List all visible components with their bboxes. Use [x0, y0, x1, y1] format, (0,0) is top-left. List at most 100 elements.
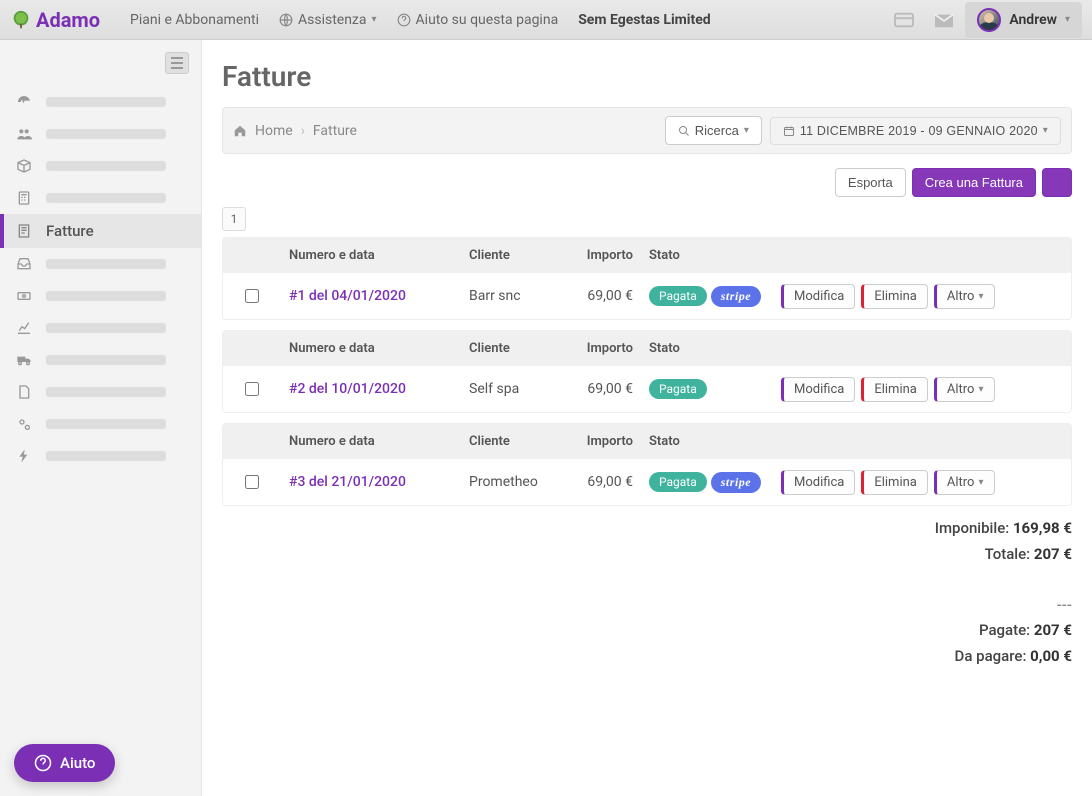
delete-button[interactable]: Elimina	[861, 377, 928, 402]
chevron-down-icon: ▾	[744, 125, 749, 136]
invoice-link[interactable]: #1 del 04/01/2020	[289, 288, 406, 304]
cash-icon	[16, 288, 32, 304]
globe-icon	[279, 13, 293, 27]
sidebar-item[interactable]	[0, 344, 201, 376]
col-num: Numero e data	[281, 238, 461, 273]
calc-icon	[16, 190, 32, 206]
delete-button[interactable]: Elimina	[861, 470, 928, 495]
toolbar: Home › Fatture Ricerca ▾ 11 DICEMBRE 201…	[222, 107, 1072, 154]
sidebar-item[interactable]	[0, 182, 201, 214]
search-button[interactable]: Ricerca ▾	[665, 116, 762, 145]
sidebar-item[interactable]	[0, 248, 201, 280]
breadcrumb-sep: ›	[301, 123, 305, 139]
sidebar-item[interactable]	[0, 280, 201, 312]
file-icon	[16, 384, 32, 400]
sidebar-item[interactable]	[0, 376, 201, 408]
sidebar-item-fatture[interactable]: Fatture	[0, 214, 201, 248]
sidebar-toggle[interactable]	[165, 52, 189, 74]
other-button[interactable]: Altro ▾	[934, 284, 995, 309]
edit-button[interactable]: Modifica	[781, 377, 855, 402]
breadcrumb: Home › Fatture	[233, 123, 665, 139]
edit-button[interactable]: Modifica	[781, 470, 855, 495]
sidebar-item[interactable]	[0, 150, 201, 182]
gauge-icon	[16, 94, 32, 110]
chevron-down-icon: ▾	[1065, 14, 1070, 25]
brand-name: Adamo	[36, 8, 100, 32]
inbox-icon	[16, 256, 32, 272]
row-checkbox[interactable]	[245, 382, 259, 396]
chevron-down-icon: ▾	[978, 291, 983, 302]
export-button[interactable]: Esporta	[835, 168, 906, 197]
invoice-block: Numero e data Cliente Importo Stato #1 d…	[222, 237, 1072, 320]
invoice-amount: 69,00 €	[549, 278, 641, 314]
invoice-amount: 69,00 €	[549, 464, 641, 500]
invoice-link[interactable]: #2 del 10/01/2020	[289, 381, 406, 397]
avatar	[977, 8, 1001, 32]
question-icon	[397, 13, 411, 27]
user-menu[interactable]: Andrew ▾	[965, 2, 1082, 38]
calendar-icon	[783, 125, 795, 137]
page-title: Fatture	[222, 60, 1072, 93]
daterange-button[interactable]: 11 DICEMBRE 2019 - 09 GENNAIO 2020 ▾	[770, 117, 1061, 145]
invoice-row: #1 del 04/01/2020 Barr snc 69,00 € Pagat…	[223, 273, 1071, 319]
top-nav: Piani e Abbonamenti Assistenza ▾ Aiuto s…	[130, 12, 893, 28]
bolt-icon	[16, 448, 32, 464]
create-more-button[interactable]	[1042, 168, 1072, 197]
nav-plans[interactable]: Piani e Abbonamenti	[130, 12, 259, 28]
col-stato: Stato	[641, 331, 773, 366]
actions-row: Esporta Crea una Fattura	[222, 168, 1072, 197]
breadcrumb-home[interactable]: Home	[255, 123, 293, 139]
sidebar-item[interactable]	[0, 440, 201, 472]
tree-icon	[10, 9, 32, 31]
users-icon	[16, 126, 32, 142]
brand-logo[interactable]: Adamo	[10, 8, 100, 32]
edit-button[interactable]: Modifica	[781, 284, 855, 309]
invoice-row: #2 del 10/01/2020 Self spa 69,00 € Pagat…	[223, 366, 1071, 412]
invoice-block: Numero e data Cliente Importo Stato #2 d…	[222, 330, 1072, 413]
page-1[interactable]: 1	[222, 207, 246, 231]
breadcrumb-current: Fatture	[313, 123, 357, 139]
col-imp: Importo	[549, 424, 641, 459]
col-num: Numero e data	[281, 331, 461, 366]
other-button[interactable]: Altro ▾	[934, 377, 995, 402]
pagination: 1	[222, 207, 1072, 231]
chevron-down-icon: ▾	[1043, 125, 1048, 136]
chevron-down-icon: ▾	[978, 384, 983, 395]
topnav-icons	[893, 11, 955, 29]
col-stato: Stato	[641, 424, 773, 459]
invoice-client: Prometheo	[461, 464, 549, 500]
col-num: Numero e data	[281, 424, 461, 459]
sidebar-item[interactable]	[0, 86, 201, 118]
help-widget[interactable]: Aiuto	[14, 744, 115, 782]
truck-icon	[16, 352, 32, 368]
sidebar-item[interactable]	[0, 312, 201, 344]
nav-company[interactable]: Sem Egestas Limited	[578, 12, 710, 28]
home-icon	[233, 124, 247, 138]
sidebar-item[interactable]	[0, 118, 201, 150]
col-cli: Cliente	[461, 331, 549, 366]
search-icon	[678, 125, 690, 137]
main-content: Fatture Home › Fatture Ricerca ▾ 11 DICE…	[202, 40, 1092, 796]
row-checkbox[interactable]	[245, 289, 259, 303]
col-cli: Cliente	[461, 424, 549, 459]
status-badge-paid: Pagata	[649, 379, 707, 399]
row-checkbox[interactable]	[245, 475, 259, 489]
invoice-link[interactable]: #3 del 21/01/2020	[289, 474, 406, 490]
invoice-header: Numero e data Cliente Importo Stato	[223, 331, 1071, 366]
card-icon[interactable]	[893, 11, 915, 29]
nav-assist[interactable]: Assistenza ▾	[279, 12, 377, 28]
gears-icon	[16, 416, 32, 432]
delete-button[interactable]: Elimina	[861, 284, 928, 309]
invoice-header: Numero e data Cliente Importo Stato	[223, 424, 1071, 459]
invoice-icon	[16, 223, 32, 239]
nav-help-page[interactable]: Aiuto su questa pagina	[397, 12, 559, 28]
create-invoice-button[interactable]: Crea una Fattura	[912, 168, 1036, 197]
sidebar-toggle-wrap	[0, 52, 201, 86]
sidebar-item-label: Fatture	[46, 222, 185, 240]
col-cli: Cliente	[461, 238, 549, 273]
col-imp: Importo	[549, 238, 641, 273]
other-button[interactable]: Altro ▾	[934, 470, 995, 495]
help-icon	[34, 754, 52, 772]
sidebar-item[interactable]	[0, 408, 201, 440]
mail-icon[interactable]	[933, 11, 955, 29]
